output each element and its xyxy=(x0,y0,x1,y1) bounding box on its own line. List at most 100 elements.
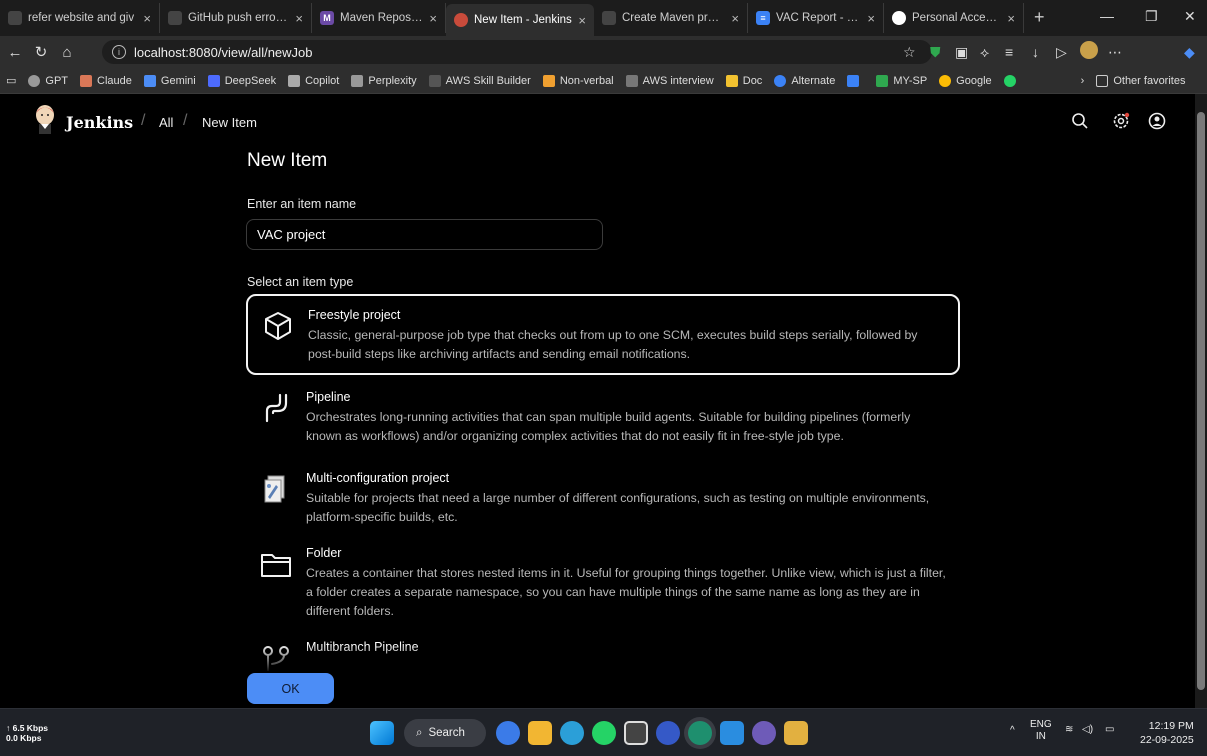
close-tab-icon[interactable]: × xyxy=(1007,11,1015,26)
upload-speed: ↑ 6.5 Kbps xyxy=(6,723,49,733)
app-icon[interactable] xyxy=(656,721,680,745)
whatsapp-icon xyxy=(1003,74,1016,87)
volume-icon[interactable]: ◁) xyxy=(1082,724,1093,735)
site-info-icon[interactable]: i xyxy=(112,45,126,59)
item-name-input[interactable] xyxy=(246,219,603,250)
clock-time: 12:19 PM xyxy=(1148,720,1194,732)
show-hidden-icons-icon[interactable]: ^ xyxy=(1010,725,1015,736)
cube-icon xyxy=(265,312,291,340)
tab-favicon-icon xyxy=(168,11,182,25)
bookmark-perplexity[interactable]: Perplexity xyxy=(351,74,417,87)
app-icon[interactable] xyxy=(560,721,584,745)
restore-icon[interactable]: ❐ xyxy=(1145,8,1158,25)
share-icon[interactable]: ▷ xyxy=(1056,44,1067,61)
item-type-multi-configuration[interactable]: Multi-configuration project Suitable for… xyxy=(246,459,960,531)
bookmark-non-verbal[interactable]: Non-verbal xyxy=(542,74,614,87)
more-menu-icon[interactable]: ⋯ xyxy=(1108,44,1122,61)
search-icon[interactable] xyxy=(1071,112,1089,130)
close-tab-icon[interactable]: × xyxy=(143,11,151,26)
close-tab-icon[interactable]: × xyxy=(578,13,586,28)
extension-icon[interactable]: ▣ xyxy=(955,44,968,61)
jenkins-header: Jenkins / All / New Item xyxy=(0,94,1195,150)
bookmark-doc[interactable]: Doc xyxy=(725,74,762,87)
breadcrumb-all[interactable]: All xyxy=(159,115,173,130)
bookmark-my-sp[interactable]: MY-SP xyxy=(876,74,928,87)
taskbar-search[interactable]: ⌕ Search xyxy=(404,719,486,747)
favorite-star-icon[interactable]: ☆ xyxy=(903,44,916,61)
other-favorites[interactable]: Other favorites xyxy=(1096,74,1185,87)
browser-tab[interactable]: Personal Access Toke × xyxy=(884,3,1024,33)
bookmark-gemini[interactable]: Gemini xyxy=(143,74,196,87)
close-tab-icon[interactable]: × xyxy=(429,11,437,26)
minimize-icon[interactable]: — xyxy=(1100,8,1114,24)
whatsapp-icon[interactable] xyxy=(592,721,616,745)
battery-icon[interactable]: ▭ xyxy=(1105,724,1114,735)
close-tab-icon[interactable]: × xyxy=(295,11,303,26)
downloads-icon[interactable]: ↓ xyxy=(1032,44,1039,60)
item-name-label: Enter an item name xyxy=(247,197,357,211)
tab-label: VAC Report - Google xyxy=(776,12,861,24)
close-window-icon[interactable]: ✕ xyxy=(1184,8,1196,25)
jenkins-logo-icon[interactable] xyxy=(33,104,57,134)
bookmark-aws-skill-builder[interactable]: AWS Skill Builder xyxy=(428,74,531,87)
browser-tab[interactable]: ≡ VAC Report - Google × xyxy=(748,3,884,33)
item-type-folder[interactable]: Folder Creates a container that stores n… xyxy=(246,534,960,626)
profile-avatar[interactable] xyxy=(1080,41,1098,59)
favorites-icon[interactable]: ≡ xyxy=(1005,44,1013,60)
bookmark-search[interactable] xyxy=(847,74,864,87)
file-explorer-icon[interactable] xyxy=(528,721,552,745)
taskbar-clock[interactable]: 12:19 PM 22-09-2025 xyxy=(1140,719,1194,747)
jenkins-favicon-icon xyxy=(454,13,468,27)
reload-icon[interactable]: ↻ xyxy=(30,43,52,61)
bookmark-deepseek[interactable]: DeepSeek xyxy=(207,74,276,87)
close-tab-icon[interactable]: × xyxy=(867,11,875,26)
page-title: New Item xyxy=(247,150,328,171)
browser-tab[interactable]: refer website and giv × xyxy=(0,3,160,33)
bookmarks-overflow-icon[interactable]: › xyxy=(1081,75,1085,87)
item-type-freestyle[interactable]: Freestyle project Classic, general-purpo… xyxy=(246,294,960,375)
region-indicator: IN xyxy=(1035,731,1046,742)
item-type-pipeline[interactable]: Pipeline Orchestrates long-running activ… xyxy=(246,378,960,456)
eclipse-icon[interactable] xyxy=(752,721,776,745)
browser-tab[interactable]: GitHub push error fix × xyxy=(160,3,312,33)
ok-button[interactable]: OK xyxy=(247,673,334,704)
wifi-icon[interactable]: ≋ xyxy=(1065,724,1073,735)
page-scrollbar[interactable] xyxy=(1195,94,1207,708)
bookmark-google[interactable]: Google xyxy=(939,74,992,87)
item-type-description: Suitable for projects that need a large … xyxy=(306,491,930,524)
browser-tab-active[interactable]: New Item - Jenkins × xyxy=(446,4,594,36)
windows-start-icon[interactable] xyxy=(370,721,394,745)
clock-date: 22-09-2025 xyxy=(1140,734,1194,746)
bookmark-label: MY-SP xyxy=(893,74,928,87)
language-indicator[interactable]: ENG xyxy=(1030,719,1052,731)
bookmark-copilot[interactable]: Copilot xyxy=(288,74,339,87)
item-type-description: Classic, general-purpose job type that c… xyxy=(308,328,918,361)
extensions-puzzle-icon[interactable]: ⟡ xyxy=(980,44,989,61)
bookmark-claude[interactable]: Claude xyxy=(80,74,132,87)
browser-tab[interactable]: M Maven Repository: o × xyxy=(312,3,446,33)
bookmark-aws-interview[interactable]: AWS interview xyxy=(625,74,714,87)
app-icon[interactable] xyxy=(784,721,808,745)
vscode-icon[interactable] xyxy=(720,721,744,745)
home-icon[interactable]: ⌂ xyxy=(56,44,78,61)
extension-shield-icon[interactable]: ⛊ xyxy=(930,44,941,61)
search-icon xyxy=(847,74,860,87)
bookmark-alternate[interactable]: Alternate xyxy=(774,74,835,87)
close-tab-icon[interactable]: × xyxy=(731,11,739,26)
breadcrumb-new-item[interactable]: New Item xyxy=(202,115,257,130)
scrollbar-thumb[interactable] xyxy=(1197,112,1205,690)
copilot-app-icon[interactable] xyxy=(496,721,520,745)
edge-browser-icon[interactable] xyxy=(688,721,712,745)
calendar-app-icon[interactable] xyxy=(624,721,648,745)
browser-tab[interactable]: Create Maven projec × xyxy=(594,3,748,33)
gear-icon[interactable] xyxy=(1112,112,1130,130)
bookmark-whatsapp[interactable] xyxy=(1003,74,1021,87)
new-tab-icon[interactable]: + xyxy=(1024,7,1055,28)
address-bar[interactable]: i localhost:8080/view/all/newJob xyxy=(102,40,932,64)
copilot-icon[interactable]: ◆ xyxy=(1184,44,1195,61)
bookmarks-sidebar-icon[interactable]: ▭ xyxy=(6,74,16,87)
back-icon[interactable]: ← xyxy=(4,44,26,61)
user-account-icon[interactable] xyxy=(1148,112,1166,130)
bookmark-gpt[interactable]: GPT xyxy=(28,74,68,87)
jenkins-brand[interactable]: Jenkins xyxy=(66,113,133,132)
